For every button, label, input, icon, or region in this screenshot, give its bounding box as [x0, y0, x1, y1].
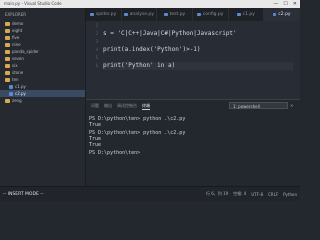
- line-number: 6: [95, 63, 98, 68]
- terminal-prompt: PS D:\python\ten>: [89, 150, 144, 156]
- explorer-header: EXPLORER: [0, 8, 85, 20]
- code-line: print(a.index('Python')>-1): [103, 46, 201, 53]
- folder-item[interactable]: ten: [0, 76, 85, 83]
- python-file-icon: [272, 12, 277, 17]
- terminal-line: True: [89, 122, 102, 128]
- folder-icon: [5, 21, 10, 26]
- folder-item[interactable]: six: [0, 62, 85, 69]
- maximize-icon[interactable]: ☐: [283, 0, 287, 8]
- terminal-select[interactable]: 1: powershell: [229, 102, 288, 109]
- folder-item[interactable]: nine: [0, 41, 85, 48]
- code-area[interactable]: s = 'C|C++|Java|C#|Python|Javascript' pr…: [103, 21, 293, 99]
- line-number-gutter: 1 2 3 4 5 6: [86, 21, 100, 99]
- folder-open-icon: [5, 77, 10, 82]
- line-number: 4: [95, 47, 98, 52]
- folder-icon: [5, 63, 10, 68]
- minimize-icon[interactable]: —: [273, 0, 278, 8]
- vim-mode-indicator: -- INSERT MODE --: [3, 191, 44, 197]
- tab-problems[interactable]: 问题: [91, 103, 99, 109]
- encoding[interactable]: UTF-8: [251, 192, 263, 197]
- folder-item[interactable]: seven: [0, 55, 85, 62]
- folder-icon: [5, 35, 10, 40]
- file-item[interactable]: c1.py: [0, 83, 85, 90]
- line-number: 2: [95, 31, 98, 36]
- folder-icon: [5, 70, 10, 75]
- folder-item[interactable]: stone: [0, 69, 85, 76]
- python-file-icon: [9, 91, 13, 96]
- cursor-position[interactable]: 行 6，列 19: [206, 191, 228, 197]
- folder-icon: [5, 98, 10, 103]
- line-number: 3: [95, 39, 98, 44]
- close-icon[interactable]: ✕: [293, 0, 297, 8]
- file-item-active[interactable]: c2.py: [0, 90, 85, 97]
- tab-c2[interactable]: c2.py: [264, 8, 301, 21]
- terminal[interactable]: PS D:\python\ten> python .\c2.py True PS…: [86, 112, 300, 186]
- indentation[interactable]: 空格: 4: [233, 191, 246, 197]
- explorer-sidebar: EXPLORER demo eight five nine panda_spid…: [0, 8, 86, 186]
- folder-icon: [5, 42, 10, 47]
- window-title: main.py - Visual Studio Code: [4, 1, 62, 6]
- explorer-label: EXPLORER: [5, 11, 26, 17]
- folder-item[interactable]: panda_spider: [0, 48, 85, 55]
- folder-item[interactable]: eight: [0, 27, 85, 34]
- python-file-icon: [164, 12, 168, 17]
- terminal-line: PS D:\python\ten> python .\c2.py: [89, 130, 186, 136]
- line-number: 1: [95, 23, 98, 28]
- folder-item[interactable]: zeng: [0, 97, 85, 104]
- folder-icon: [5, 28, 10, 33]
- tab-terminal[interactable]: 终端: [142, 103, 150, 110]
- line-number: 5: [95, 55, 98, 60]
- code-line-current: print('Python' in a): [103, 62, 293, 70]
- tab-spider[interactable]: spider.py: [86, 8, 122, 21]
- tab-c1[interactable]: c1.py: [229, 8, 265, 21]
- folder-item[interactable]: demo: [0, 20, 85, 27]
- python-file-icon: [197, 12, 201, 17]
- folder-item[interactable]: five: [0, 34, 85, 41]
- language-mode[interactable]: Python: [283, 192, 297, 197]
- python-file-icon: [237, 12, 241, 17]
- tab-config[interactable]: config.py: [193, 8, 229, 21]
- python-file-icon: [124, 12, 128, 17]
- code-line: s = 'C|C++|Java|C#|Python|Javascript': [103, 30, 237, 37]
- window-controls: — ☐ ✕: [273, 0, 297, 8]
- editor-tabs: spider.py analyse.py test.py config.py c…: [86, 8, 301, 21]
- tab-test[interactable]: test.py: [157, 8, 194, 21]
- line-ending[interactable]: CRLF: [268, 192, 278, 197]
- tab-debug-console[interactable]: 调试控制台: [117, 103, 137, 109]
- python-file-icon: [9, 84, 13, 89]
- code-editor[interactable]: 1 2 3 4 5 6 s = 'C|C++|Java|C#|Python|Ja…: [86, 21, 300, 99]
- panel-close-icon[interactable]: ✕: [290, 102, 293, 109]
- tab-analyse[interactable]: analyse.py: [122, 8, 158, 21]
- title-bar: main.py - Visual Studio Code — ☐ ✕: [0, 0, 300, 8]
- terminal-line: PS D:\python\ten> python .\c2.py: [89, 116, 186, 122]
- tab-output[interactable]: 输出: [104, 103, 112, 109]
- file-tree: demo eight five nine panda_spider seven …: [0, 20, 85, 104]
- folder-icon: [5, 56, 10, 61]
- status-bar: -- INSERT MODE -- 行 6，列 19 空格: 4 UTF-8 C…: [0, 186, 300, 201]
- python-file-icon: [90, 12, 94, 17]
- folder-icon: [5, 49, 10, 54]
- terminal-line: True: [89, 142, 102, 148]
